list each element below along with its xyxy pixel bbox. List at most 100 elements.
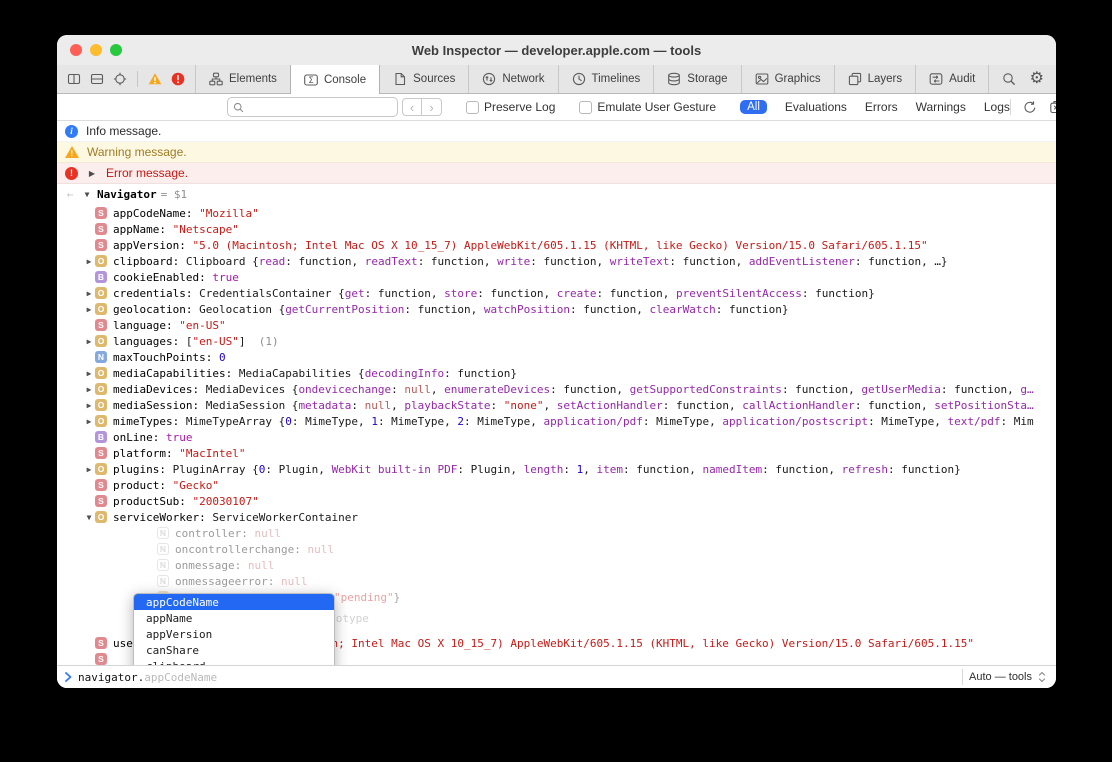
scope-warnings[interactable]: Warnings bbox=[916, 100, 966, 114]
split-rows-icon[interactable] bbox=[90, 72, 104, 86]
forward-button[interactable]: › bbox=[422, 98, 442, 116]
value-segment: "Gecko" bbox=[172, 478, 219, 492]
property-row-maxTouchPoints[interactable]: NmaxTouchPoints: 0 bbox=[57, 349, 1056, 365]
tab-sources[interactable]: Sources bbox=[380, 65, 468, 93]
tab-network[interactable]: Network bbox=[468, 65, 557, 93]
autocomplete-item-appCodeName[interactable]: appCodeName bbox=[134, 594, 334, 610]
scope-errors[interactable]: Errors bbox=[865, 100, 898, 114]
property-row-appName[interactable]: SappName: "Netscape" bbox=[57, 221, 1056, 237]
value-segment: CredentialsContainer { bbox=[199, 286, 345, 300]
tab-layers[interactable]: Layers bbox=[833, 65, 916, 93]
element-picker-icon[interactable] bbox=[113, 72, 127, 86]
warning-triangle-icon[interactable] bbox=[148, 72, 162, 86]
property-name: onmessageerror: bbox=[175, 574, 281, 588]
disclosure-closed-icon[interactable]: ▶ bbox=[86, 169, 98, 178]
disclosure-open-icon[interactable]: ▼ bbox=[81, 190, 93, 199]
console-message-error[interactable]: ! ▶ Error message. bbox=[57, 163, 1056, 184]
log-search-field[interactable] bbox=[227, 97, 398, 117]
tab-timelines[interactable]: Timelines bbox=[557, 65, 654, 93]
tab-label: Storage bbox=[687, 73, 728, 85]
type-badge-S: S bbox=[95, 479, 107, 491]
property-row-mediaSession[interactable]: ▶ OmediaSession: MediaSession {metadata: … bbox=[57, 397, 1056, 413]
property-row-clipboard[interactable]: ▶ Oclipboard: Clipboard {read: function, … bbox=[57, 253, 1056, 269]
scope-all[interactable]: All bbox=[740, 100, 767, 114]
console-prompt-bar[interactable]: navigator. appCodeName Auto — tools bbox=[57, 665, 1056, 688]
preserve-log-checkbox[interactable]: Preserve Log bbox=[466, 100, 555, 114]
property-row-language[interactable]: Slanguage: "en-US" bbox=[57, 317, 1056, 333]
autocomplete-item-appName[interactable]: appName bbox=[134, 610, 334, 626]
disclosure-closed-icon[interactable]: ▶ bbox=[83, 289, 95, 298]
sources-icon bbox=[393, 72, 407, 86]
eval-result-row[interactable]: ← ▼ Navigator = $1 bbox=[57, 184, 1056, 205]
console-messages: i Info message.! Warning message.! ▶ Error m… bbox=[57, 121, 1056, 184]
property-row-serviceWorker[interactable]: ▼ OserviceWorker: ServiceWorkerContainer bbox=[57, 509, 1056, 525]
tab-console[interactable]: Σ Console bbox=[289, 65, 381, 94]
disclosure-closed-icon[interactable]: ▶ bbox=[83, 337, 95, 346]
clear-console-icon[interactable] bbox=[1049, 100, 1056, 114]
scope-evaluations[interactable]: Evaluations bbox=[785, 100, 847, 114]
updown-chevron-icon bbox=[1038, 671, 1046, 683]
disclosure-closed-icon[interactable]: ▶ bbox=[83, 305, 95, 314]
value-segment: "Netscape" bbox=[172, 222, 239, 236]
refresh-icon[interactable] bbox=[1023, 100, 1037, 114]
scope-logs[interactable]: Logs bbox=[984, 100, 1010, 114]
checkbox-icon[interactable] bbox=[466, 100, 479, 114]
minimize-button[interactable] bbox=[90, 44, 102, 56]
tab-audit[interactable]: Audit bbox=[915, 65, 990, 93]
value-segment: : function, bbox=[417, 254, 498, 268]
disclosure-closed-icon[interactable]: ▶ bbox=[83, 369, 95, 378]
tab-storage[interactable]: Storage bbox=[653, 65, 740, 93]
disclosure-closed-icon[interactable]: ▶ bbox=[83, 401, 95, 410]
property-row-appCodeName[interactable]: SappCodeName: "Mozilla" bbox=[57, 205, 1056, 221]
disclosure-closed-icon[interactable]: ▶ bbox=[83, 465, 95, 474]
error-circle-icon[interactable] bbox=[171, 72, 185, 86]
property-row-onmessageerror[interactable]: Nonmessageerror: null bbox=[57, 573, 1056, 589]
property-row-platform[interactable]: Splatform: "MacIntel" bbox=[57, 445, 1056, 461]
tab-label: Timelines bbox=[591, 73, 641, 85]
property-row-controller[interactable]: Ncontroller: null bbox=[57, 525, 1056, 541]
search-icon[interactable] bbox=[1002, 72, 1016, 86]
property-row-oncontrollerchange[interactable]: Noncontrollerchange: null bbox=[57, 541, 1056, 557]
property-row-mimeTypes[interactable]: ▶ OmimeTypes: MimeTypeArray {0: MimeType,… bbox=[57, 413, 1056, 429]
property-row-credentials[interactable]: ▶ Ocredentials: CredentialsContainer {get… bbox=[57, 285, 1056, 301]
disclosure-closed-icon[interactable]: ▶ bbox=[83, 417, 95, 426]
property-row-onmessage[interactable]: Nonmessage: null bbox=[57, 557, 1056, 573]
autocomplete-item-clipboard[interactable]: clipboard bbox=[134, 658, 334, 666]
property-row-productSub[interactable]: SproductSub: "20030107" bbox=[57, 493, 1056, 509]
type-badge-S: S bbox=[95, 447, 107, 459]
close-button[interactable] bbox=[70, 44, 82, 56]
settings-gear-icon[interactable]: ⚙ bbox=[1030, 71, 1044, 87]
autocomplete-item-canShare[interactable]: canShare bbox=[134, 642, 334, 658]
property-row-product[interactable]: Sproduct: "Gecko" bbox=[57, 477, 1056, 493]
split-columns-icon[interactable] bbox=[67, 72, 81, 86]
autocomplete-item-appVersion[interactable]: appVersion bbox=[134, 626, 334, 642]
tab-strip: Elements Σ Console Sources Network Timelines S… bbox=[195, 65, 990, 94]
property-name: credentials: bbox=[113, 286, 200, 300]
tab-elements[interactable]: Elements bbox=[195, 65, 290, 93]
property-row-geolocation[interactable]: ▶ Ogeolocation: Geolocation {getCurrentPo… bbox=[57, 301, 1056, 317]
audit-icon bbox=[929, 72, 943, 86]
property-row-cookieEnabled[interactable]: BcookieEnabled: true bbox=[57, 269, 1056, 285]
emulate-user-gesture-label: Emulate User Gesture bbox=[597, 100, 717, 114]
zoom-button[interactable] bbox=[110, 44, 122, 56]
value-segment: write bbox=[497, 254, 531, 268]
value-segment: "5.0 (Macintosh; Intel Mac OS X 10_15_7)… bbox=[192, 238, 928, 252]
checkbox-icon[interactable] bbox=[579, 100, 593, 114]
property-row-appVersion[interactable]: SappVersion: "5.0 (Macintosh; Intel Mac … bbox=[57, 237, 1056, 253]
disclosure-open-icon[interactable]: ▼ bbox=[83, 513, 95, 522]
property-row-plugins[interactable]: ▶ Oplugins: PluginArray {0: Plugin, WebKi… bbox=[57, 461, 1056, 477]
emulate-user-gesture-checkbox[interactable]: Emulate User Gesture bbox=[579, 100, 716, 114]
property-row-mediaCapabilities[interactable]: ▶ OmediaCapabilities: MediaCapabilities {… bbox=[57, 365, 1056, 381]
disclosure-closed-icon[interactable]: ▶ bbox=[83, 385, 95, 394]
back-button[interactable]: ‹ bbox=[402, 98, 422, 116]
disclosure-closed-icon[interactable]: ▶ bbox=[83, 257, 95, 266]
search-input[interactable] bbox=[246, 100, 392, 114]
property-row-onLine[interactable]: BonLine: true bbox=[57, 429, 1056, 445]
property-row-mediaDevices[interactable]: ▶ OmediaDevices: MediaDevices {ondevicech… bbox=[57, 381, 1056, 397]
prompt-typed-text[interactable]: navigator. bbox=[78, 671, 144, 684]
value-segment: g… bbox=[1020, 382, 1034, 396]
tab-graphics[interactable]: Graphics bbox=[740, 65, 834, 93]
property-row-languages[interactable]: ▶ Olanguages: ["en-US"] (1) bbox=[57, 333, 1056, 349]
execution-context-selector[interactable]: Auto — tools bbox=[962, 669, 1056, 685]
web-inspector-window: Web Inspector — developer.apple.com — to… bbox=[57, 35, 1056, 688]
